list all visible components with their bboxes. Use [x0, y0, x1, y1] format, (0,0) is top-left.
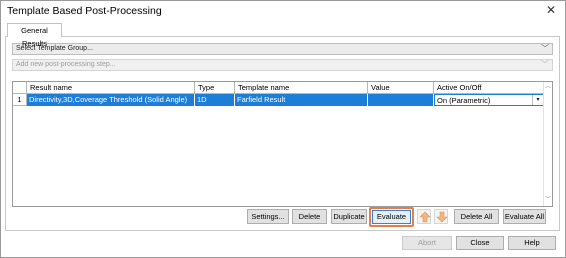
table-row[interactable]: 1 Directivity,3D,Coverage Threshold (Sol…: [13, 94, 544, 106]
chevron-down-icon: ﹀: [541, 44, 549, 53]
delete-all-button[interactable]: Delete All: [454, 209, 499, 224]
close-button[interactable]: Close: [456, 236, 504, 250]
delete-button[interactable]: Delete: [292, 209, 327, 224]
window-title: Template Based Post-Processing: [7, 5, 162, 17]
cell-template-name[interactable]: Farfield Result: [235, 94, 368, 106]
table-corner: [13, 82, 27, 94]
duplicate-button[interactable]: Duplicate: [331, 209, 367, 224]
move-down-button[interactable]: [434, 209, 448, 224]
dropdown-arrow-icon[interactable]: ▾: [532, 95, 543, 105]
abort-button: Abort: [402, 236, 452, 250]
add-step-select: Add new post-processing step... ﹀: [12, 59, 553, 71]
tab-general-results[interactable]: General Results: [7, 23, 62, 48]
arrow-up-icon: [419, 211, 431, 223]
settings-button[interactable]: Settings...: [247, 209, 289, 224]
cell-active-dropdown[interactable]: On (Parametric) ▾: [434, 94, 544, 106]
cell-result-name[interactable]: Directivity,3D,Coverage Threshold (Solid…: [27, 94, 195, 106]
move-up-button[interactable]: [417, 209, 431, 224]
column-header-value[interactable]: Value: [368, 82, 434, 94]
dialog-window: Template Based Post-Processing ✕ General…: [0, 0, 566, 258]
add-step-value: Add new post-processing step...: [16, 61, 116, 68]
active-value: On (Parametric): [437, 96, 491, 105]
column-header-active[interactable]: Active On/Off: [434, 82, 544, 94]
help-button[interactable]: Help: [508, 236, 556, 250]
close-icon[interactable]: ✕: [544, 3, 558, 17]
evaluate-all-button[interactable]: Evaluate All: [503, 209, 546, 224]
arrow-down-icon: [436, 211, 448, 223]
scroll-up-icon[interactable]: ︿: [544, 83, 552, 92]
template-group-select[interactable]: Select Template Group... ﹀: [12, 43, 553, 55]
scroll-down-icon[interactable]: ﹀: [544, 196, 552, 205]
cell-type[interactable]: 1D: [195, 94, 235, 106]
general-results-panel: Select Template Group... ﹀ Add new post-…: [5, 36, 560, 231]
evaluate-button[interactable]: Evaluate: [372, 210, 411, 224]
vertical-scrollbar[interactable]: ︿ ﹀: [543, 82, 552, 206]
title-bar: Template Based Post-Processing ✕: [1, 1, 565, 21]
row-number[interactable]: 1: [13, 94, 27, 106]
results-table: Result name Type Template name Value Act…: [12, 81, 553, 207]
cell-value[interactable]: [368, 94, 434, 106]
chevron-down-icon: ﹀: [541, 60, 549, 69]
column-header-template-name[interactable]: Template name: [235, 82, 368, 94]
column-header-type[interactable]: Type: [195, 82, 235, 94]
column-header-result-name[interactable]: Result name: [27, 82, 195, 94]
